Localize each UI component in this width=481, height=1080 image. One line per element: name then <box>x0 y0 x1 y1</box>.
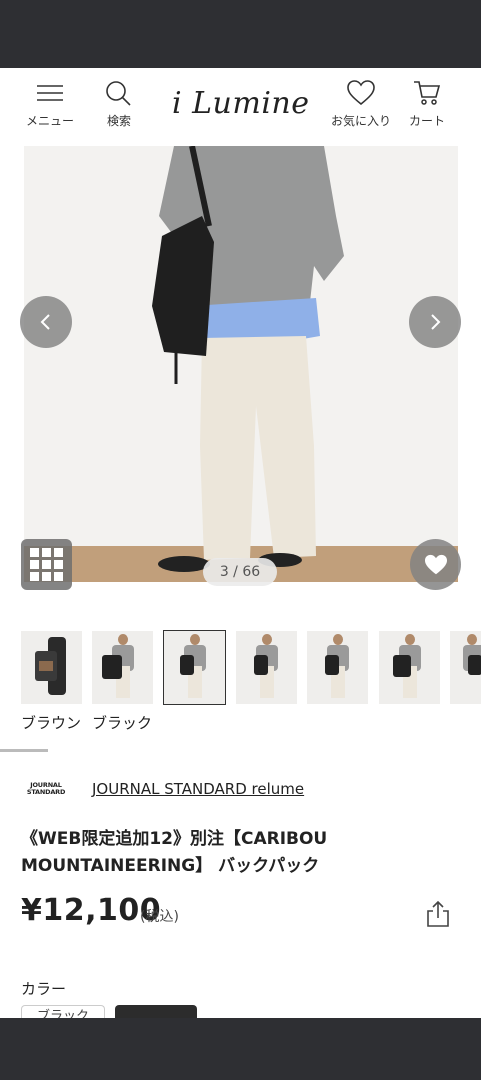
chevron-right-icon <box>431 314 441 330</box>
site-header: メニュー 検索 i Lumine お気に入り カート <box>0 68 481 146</box>
model-photo-illustration <box>24 146 458 582</box>
thumbnail[interactable] <box>92 631 153 704</box>
color-section-heading: カラー <box>21 980 67 998</box>
product-photo <box>24 146 458 582</box>
menu-button[interactable]: メニュー <box>26 80 74 129</box>
image-counter: 3 / 66 <box>203 558 277 586</box>
share-button[interactable] <box>424 900 452 932</box>
chevron-left-icon <box>40 314 50 330</box>
thumbnail[interactable] <box>450 631 481 704</box>
favorites-label: お気に入り <box>331 114 392 128</box>
thumbnail-color-label: ブラウン <box>21 714 82 732</box>
image-grid-button[interactable] <box>21 539 72 590</box>
hamburger-icon <box>37 85 63 101</box>
favorites-button[interactable]: お気に入り <box>331 80 391 129</box>
site-logo[interactable]: i Lumine <box>172 86 312 121</box>
search-label: 検索 <box>106 114 131 128</box>
brand-link[interactable]: JOURNAL STANDARD relume <box>92 780 304 798</box>
cart-label: カート <box>409 114 446 128</box>
cart-icon <box>414 81 441 105</box>
product-image-gallery[interactable]: 3 / 66 <box>0 146 481 590</box>
search-button[interactable]: 検索 <box>105 80 133 129</box>
navigation-bar <box>0 1018 481 1080</box>
tax-label: (税込) <box>140 909 179 925</box>
favorite-button[interactable] <box>410 539 461 590</box>
thumbnail-color-label: ブラック <box>92 714 153 732</box>
thumbnail[interactable] <box>21 631 82 704</box>
next-image-button[interactable] <box>409 296 461 348</box>
thumbnail-scroll-indicator <box>0 749 48 752</box>
status-bar <box>0 0 481 68</box>
thumbnail[interactable] <box>379 631 440 704</box>
thumbnail-selected[interactable] <box>163 630 226 705</box>
thumbnail[interactable] <box>236 631 297 704</box>
cart-button[interactable]: カート <box>409 80 445 129</box>
prev-image-button[interactable] <box>20 296 72 348</box>
product-title: 《WEB限定追加12》別注【CARIBOU MOUNTAINEERING】 バッ… <box>21 829 328 876</box>
heart-icon <box>347 80 375 106</box>
search-icon <box>106 81 131 106</box>
thumbnail[interactable] <box>307 631 368 704</box>
thumbnail-strip[interactable] <box>0 630 481 708</box>
brand-logo[interactable]: JOURNAL STANDARD <box>26 782 66 796</box>
heart-filled-icon <box>424 554 447 574</box>
menu-label: メニュー <box>26 114 75 128</box>
share-icon <box>427 900 449 927</box>
